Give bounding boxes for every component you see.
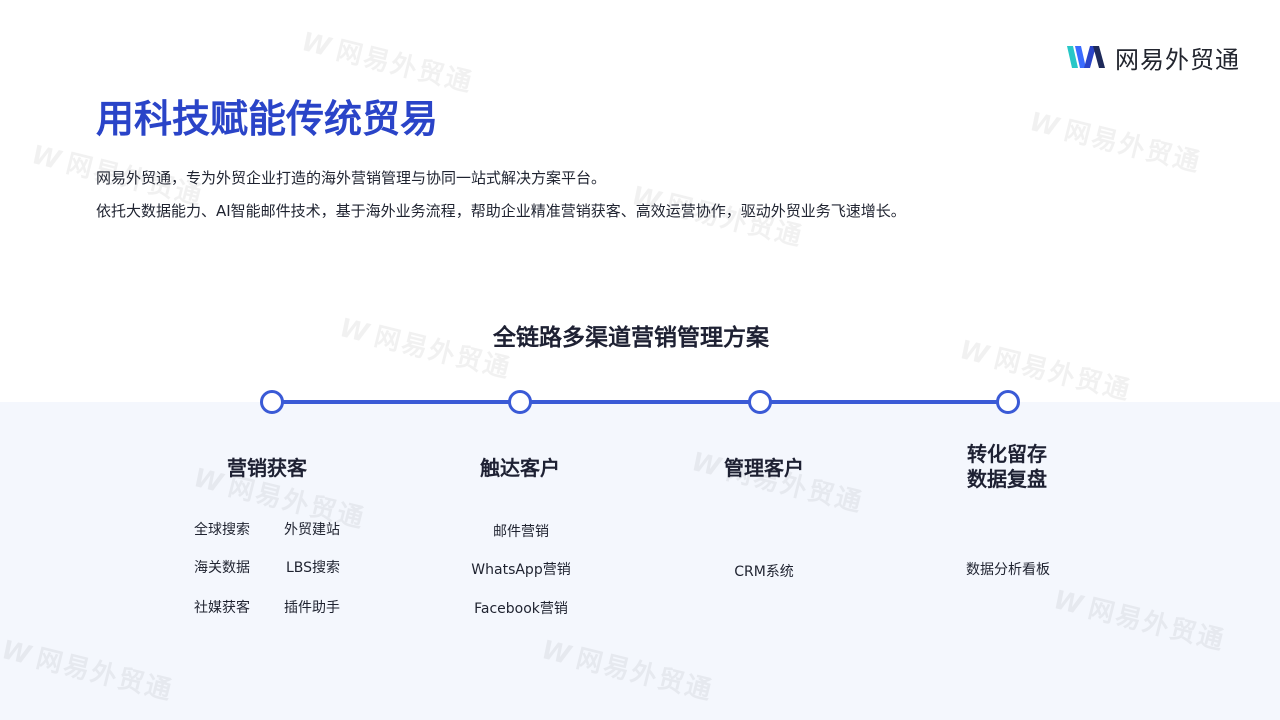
timeline-node-4: [996, 390, 1020, 414]
stage-item: 邮件营销: [493, 524, 549, 540]
timeline-node-3: [748, 390, 772, 414]
stage-item: 社媒获客: [194, 600, 250, 616]
stage-title-manage: 管理客户: [724, 456, 804, 480]
stage-item: Facebook营销: [474, 601, 568, 617]
watermark: W网易外贸通: [1026, 107, 1205, 179]
stage-item: WhatsApp营销: [471, 562, 571, 578]
stage-item: 插件助手: [284, 600, 340, 616]
stage-title-convert: 转化留存 数据复盘: [907, 442, 1107, 492]
stage-title-acquisition: 营销获客: [227, 456, 307, 480]
stage-item: 数据分析看板: [966, 562, 1050, 578]
section-title: 全链路多渠道营销管理方案: [493, 325, 769, 351]
stage-item: 外贸建站: [284, 522, 340, 538]
intro-line: 依托大数据能力、AI智能邮件技术，基于海外业务流程，帮助企业精准营销获客、高效运…: [96, 202, 906, 220]
intro-line: 网易外贸通，专为外贸企业打造的海外营销管理与协同一站式解决方案平台。: [96, 169, 607, 187]
stage-title-line: 数据复盘: [967, 467, 1047, 491]
brand-logo-icon: [1067, 46, 1105, 68]
timeline-node-2: [508, 390, 532, 414]
stage-item: 全球搜索: [194, 522, 250, 538]
stage-item: CRM系统: [734, 564, 794, 580]
stage-title-line: 转化留存: [967, 442, 1047, 466]
timeline-node-1: [260, 390, 284, 414]
timeline-line: [272, 400, 1008, 404]
stage-item: 海关数据: [194, 560, 250, 576]
stage-item: LBS搜索: [286, 560, 341, 576]
brand-logo-text: 网易外贸通: [1115, 45, 1240, 74]
page-title: 用科技赋能传统贸易: [96, 97, 439, 141]
intro-text: 网易外贸通，专为外贸企业打造的海外营销管理与协同一站式解决方案平台。 依托大数据…: [96, 162, 906, 228]
stage-title-reach: 触达客户: [480, 456, 560, 480]
brand-logo: 网易外贸通: [1067, 42, 1240, 74]
